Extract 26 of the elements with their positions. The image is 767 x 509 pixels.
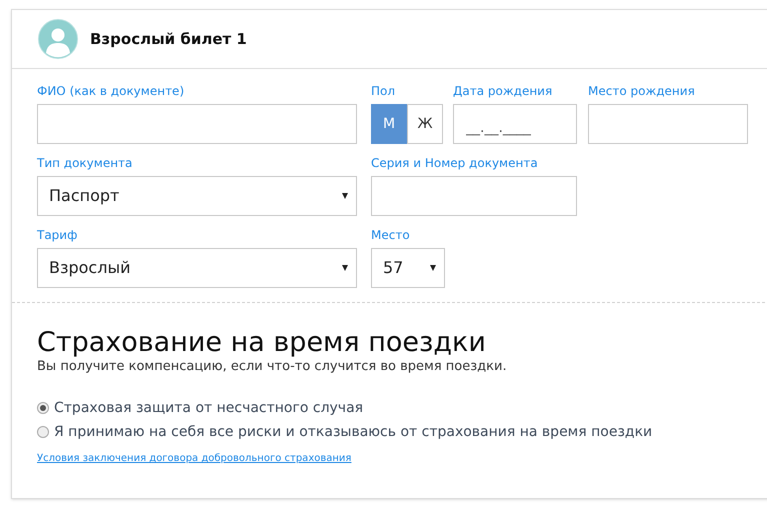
caret-icon [430,265,436,271]
tariff-select[interactable]: Взрослый [37,248,357,288]
input-field[interactable] [588,104,748,144]
input-field[interactable]: __.__.____ [453,104,577,144]
field-label: Тариф [37,228,78,242]
gender-toggle[interactable]: Ж [407,104,443,144]
insurance-terms-link[interactable]: Условия заключения договора добровольного страхования [37,451,352,466]
field-label: Тип документа [37,156,134,170]
user-avatar-icon [38,19,78,59]
field-label: Место рождения [588,84,696,98]
insurance-heading: Страхование на время поездки [37,327,487,359]
field-label: Место [371,228,411,242]
field-label: ФИО (как в документе) [37,84,186,98]
insurance-description: Вы получите компенсацию, если что-то случится во время поездки. [37,359,508,375]
insurance-radio-option[interactable]: Страховая защита от несчастного случая [37,399,364,417]
caret-icon [342,193,348,199]
input-field[interactable] [37,104,357,144]
input-field[interactable] [371,176,577,216]
document-type-select[interactable]: Паспорт [37,176,357,216]
ticket-title: Взрослый билет 1 [90,28,247,50]
field-label: Серия и Номер документа [371,156,539,170]
insurance-radio-option[interactable]: Я принимаю на себя все риски и отказываюсь от страхования на время поездки [37,423,652,441]
field-label: Дата рождения [453,84,554,98]
field-label: Пол [371,84,396,98]
caret-icon [342,265,348,271]
seat-select[interactable]: 57 [371,248,445,288]
